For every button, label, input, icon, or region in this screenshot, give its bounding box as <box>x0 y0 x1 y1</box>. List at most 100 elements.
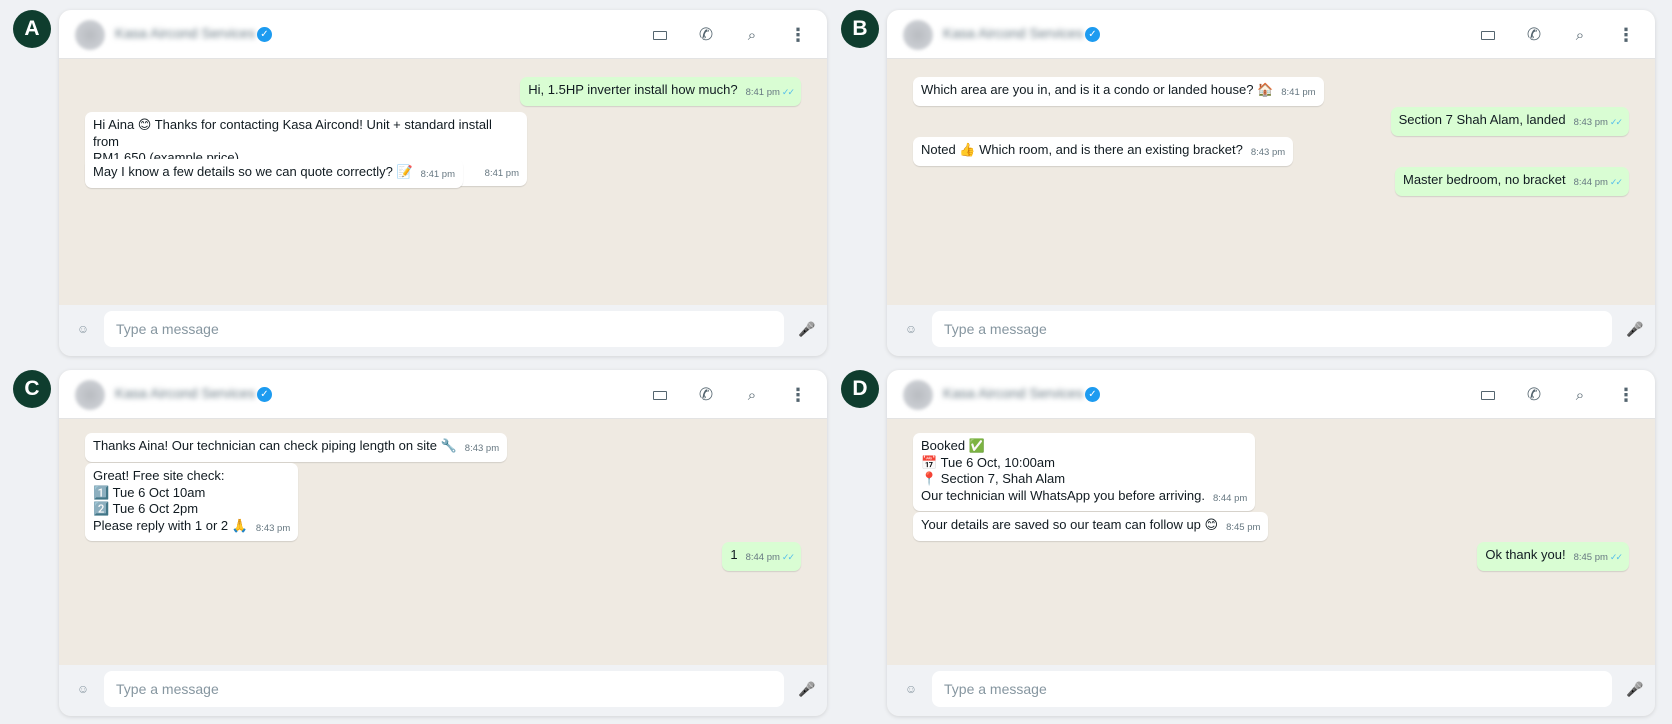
message-text: 1 <box>730 547 738 562</box>
panel-label-badge: A <box>13 10 51 48</box>
chat-window: Kasa Aircond Services ✓ ✆ ⌕ ⋮ Booked ✅ 📅 Tue … <box>887 370 1655 716</box>
chat-window: Kasa Aircond Services ✓ ✆ ⌕ ⋮ Which area are … <box>887 10 1655 356</box>
more-vertical-icon[interactable]: ⋮ <box>1615 384 1637 406</box>
more-vertical-icon[interactable]: ⋮ <box>787 384 809 406</box>
message-timestamp: 8:45 pm <box>1226 522 1260 533</box>
incoming-message: May I know a few details so we can quote… <box>85 159 463 188</box>
search-icon[interactable]: ⌕ <box>1569 384 1591 406</box>
message-time-text: 8:41 pm <box>420 169 455 180</box>
message-input[interactable] <box>932 671 1612 707</box>
search-icon[interactable]: ⌕ <box>741 24 763 46</box>
incoming-message: Great! Free site check: 1️⃣ Tue 6 Oct 10… <box>85 463 299 541</box>
search-icon[interactable]: ⌕ <box>1569 24 1591 46</box>
video-camera-shape <box>653 390 667 400</box>
chat-header: Kasa Aircond Services ✓ ✆ ⌕ ⋮ <box>887 10 1655 59</box>
phone-call-icon[interactable]: ✆ <box>1523 384 1545 406</box>
outgoing-message: Ok thank you! 8:45 pm ✓✓ <box>1477 542 1629 571</box>
message-composer: ☺🎤 <box>887 665 1655 716</box>
contact-avatar[interactable] <box>75 20 105 50</box>
message-text: Noted 👍 Which room, and is there an exis… <box>921 142 1243 157</box>
contact-avatar[interactable] <box>903 380 933 410</box>
emoji-icon[interactable]: ☺ <box>75 681 91 697</box>
incoming-message: Your details are saved so our team can f… <box>913 512 1269 541</box>
read-receipt-icon: ✓✓ <box>1609 117 1623 127</box>
emoji-icon[interactable]: ☺ <box>903 321 919 337</box>
message-input[interactable] <box>104 311 784 347</box>
microphone-icon[interactable]: 🎤 <box>1626 679 1644 699</box>
message-list: Thanks Aina! Our technician can check pi… <box>59 419 827 665</box>
search-icon[interactable]: ⌕ <box>741 384 763 406</box>
message-text: Ok thank you! <box>1485 547 1566 562</box>
message-input[interactable] <box>104 671 784 707</box>
message-time-text: 8:41 pm <box>1281 87 1316 98</box>
contact-name[interactable]: Kasa Aircond Services <box>115 25 255 41</box>
contact-avatar[interactable] <box>75 380 105 410</box>
message-text: Section 7 Shah Alam, landed <box>1398 112 1566 127</box>
video-camera-shape <box>1481 30 1495 40</box>
chat-window: Kasa Aircond Services ✓ ✆ ⌕ ⋮ Thanks Aina! Ou… <box>59 370 827 716</box>
message-timestamp: 8:41 pm <box>1281 87 1315 98</box>
verified-icon: ✓ <box>1085 27 1100 42</box>
message-list: Hi, 1.5HP inverter install how much? 8:41… <box>59 59 827 305</box>
message-text: Hi Aina 😊 Thanks for contacting Kasa Air… <box>93 117 492 165</box>
more-vertical-icon[interactable]: ⋮ <box>787 24 809 46</box>
contact-name[interactable]: Kasa Aircond Services <box>943 25 1083 41</box>
incoming-message: Which area are you in, and is it a condo… <box>913 77 1324 106</box>
outgoing-message: Hi, 1.5HP inverter install how much? 8:41… <box>520 77 801 106</box>
panel-label-badge: D <box>841 370 879 408</box>
message-timestamp: 8:43 pm <box>256 523 290 534</box>
message-list: Which area are you in, and is it a condo… <box>887 59 1655 305</box>
outgoing-message: Section 7 Shah Alam, landed 8:43 pm ✓✓ <box>1390 107 1629 136</box>
phone-call-icon[interactable]: ✆ <box>695 24 717 46</box>
video-camera-icon[interactable] <box>1477 24 1499 46</box>
incoming-message: Thanks Aina! Our technician can check pi… <box>85 433 508 462</box>
message-time-text: 8:43 pm <box>255 522 291 534</box>
read-receipt-icon: ✓✓ <box>1609 177 1623 187</box>
video-camera-icon[interactable] <box>1477 384 1499 406</box>
message-timestamp: 8:43 pm ✓✓ <box>1573 117 1623 128</box>
outgoing-message: 1 8:44 pm ✓✓ <box>722 542 801 571</box>
message-text: Hi, 1.5HP inverter install how much? <box>528 82 738 97</box>
emoji-icon[interactable]: ☺ <box>75 321 91 337</box>
message-timestamp: 8:41 pm <box>421 169 455 180</box>
video-camera-shape <box>1481 390 1495 400</box>
more-vertical-icon[interactable]: ⋮ <box>1615 24 1637 46</box>
video-camera-icon[interactable] <box>649 384 671 406</box>
outgoing-message: Master bedroom, no bracket 8:44 pm ✓✓ <box>1395 167 1629 196</box>
verified-icon: ✓ <box>257 387 272 402</box>
contact-name[interactable]: Kasa Aircond Services <box>943 385 1083 401</box>
phone-call-icon[interactable]: ✆ <box>1523 24 1545 46</box>
read-receipt-icon: ✓✓ <box>1609 552 1623 562</box>
read-receipt-icon: ✓✓ <box>781 87 795 97</box>
microphone-icon[interactable]: 🎤 <box>798 319 816 339</box>
message-composer: ☺🎤 <box>59 305 827 356</box>
message-time-text: 8:44 pm <box>745 552 780 563</box>
message-timestamp: 8:44 pm <box>1213 493 1247 504</box>
message-composer: ☺🎤 <box>59 665 827 716</box>
panel-label-badge: C <box>13 370 51 408</box>
chat-header: Kasa Aircond Services ✓ ✆ ⌕ ⋮ <box>59 370 827 419</box>
contact-avatar[interactable] <box>903 20 933 50</box>
video-camera-icon[interactable] <box>649 24 671 46</box>
contact-name[interactable]: Kasa Aircond Services <box>115 385 255 401</box>
message-timestamp: 8:44 pm ✓✓ <box>1574 177 1623 188</box>
verified-icon: ✓ <box>1085 387 1100 402</box>
phone-call-icon[interactable]: ✆ <box>695 384 717 406</box>
microphone-icon[interactable]: 🎤 <box>1626 319 1644 339</box>
message-time-text: 8:41 pm <box>745 87 780 98</box>
message-timestamp: 8:43 pm <box>465 443 499 454</box>
message-text: Thanks Aina! Our technician can check pi… <box>93 438 457 453</box>
emoji-icon[interactable]: ☺ <box>903 681 919 697</box>
message-time-text: 8:41 pm <box>484 167 519 179</box>
microphone-icon[interactable]: 🎤 <box>798 679 816 699</box>
message-time-text: 8:45 pm <box>1226 522 1261 533</box>
message-time-text: 8:45 pm <box>1573 552 1608 563</box>
message-time-text: 8:43 pm <box>1250 147 1286 158</box>
message-timestamp: 8:41 pm ✓✓ <box>745 87 795 98</box>
message-text: Which area are you in, and is it a condo… <box>921 82 1274 97</box>
chat-header: Kasa Aircond Services ✓ ✆ ⌕ ⋮ <box>887 370 1655 419</box>
message-timestamp: 8:44 pm ✓✓ <box>745 552 795 563</box>
message-input[interactable] <box>932 311 1612 347</box>
message-time-text: 8:43 pm <box>1573 117 1608 128</box>
message-time-text: 8:44 pm <box>1212 492 1248 504</box>
